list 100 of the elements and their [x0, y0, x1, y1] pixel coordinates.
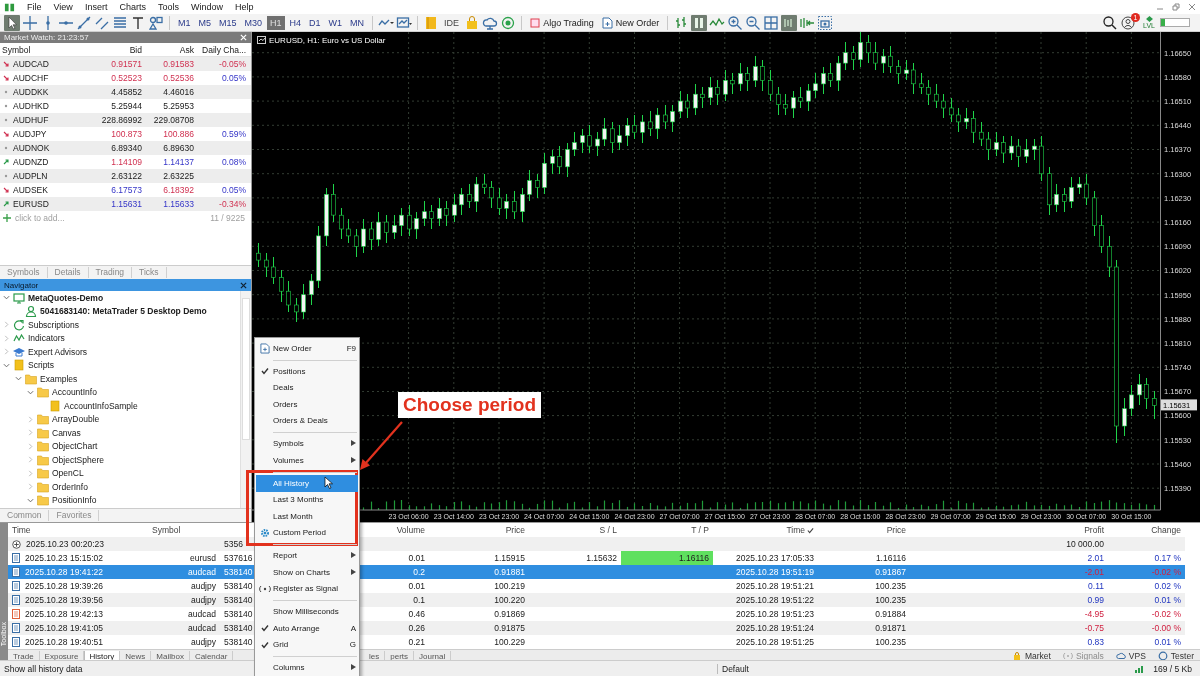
table-row[interactable]: 0.01 100.219 2025.10.28 19:51:21 100.235 0.11 0.02 % [360, 579, 1185, 593]
table-row[interactable]: 2025.10.28 19:40:51 audjpy 538140 [8, 635, 254, 649]
chevron-down-icon[interactable] [27, 496, 34, 504]
menu-item[interactable]: Insert [84, 2, 108, 12]
chevron-down-icon[interactable] [3, 294, 10, 302]
tree-item[interactable]: ObjectChart [52, 441, 98, 452]
menu-item[interactable]: Volumes [256, 452, 358, 469]
menu-item[interactable]: Report [256, 547, 358, 564]
panel-tab[interactable]: Market [1005, 651, 1057, 661]
menu-item[interactable]: File [27, 2, 42, 12]
algo-trading-button[interactable]: Algo Trading [527, 16, 597, 29]
menu-item[interactable]: Tools [157, 2, 179, 12]
table-row[interactable]: 0.01 1.15915 1.15632 1.16116 2025.10.23 17:05:33 1.16116 2.01 0.17 % [360, 551, 1185, 565]
table-row[interactable]: 0.21 100.229 2025.10.28 19:51:25 100.235 0.83 0.01 % [360, 635, 1185, 649]
table-row[interactable]: 2025.10.28 19:39:26 audjpy 538140 [8, 579, 254, 593]
menu-item[interactable]: Columns [256, 659, 358, 676]
symbol-name[interactable]: AUDHUF [13, 115, 49, 125]
symbol-name[interactable]: AUDNZD [13, 157, 49, 167]
timeframe-button[interactable]: M15 [216, 15, 240, 30]
menu-item[interactable]: Last 3 Months [256, 491, 358, 508]
column-header[interactable]: Daily Cha... [196, 44, 248, 55]
tree-item[interactable]: 5041683140: MetaTrader 5 Desktop Demo [40, 306, 207, 317]
menu-item[interactable]: Register as Signal [256, 580, 358, 597]
crosshair-icon[interactable] [22, 14, 38, 31]
grid-icon[interactable] [763, 14, 780, 31]
chevron-down-icon[interactable] [15, 375, 22, 383]
column-header[interactable]: Volume [360, 525, 429, 535]
tree-item[interactable]: ArrayDouble [52, 414, 100, 425]
menu-item[interactable]: Grid G [256, 636, 358, 653]
new-order-button[interactable]: New Order [598, 15, 663, 30]
column-header[interactable]: Change [1108, 525, 1185, 535]
menu-item[interactable]: Custom Period [256, 524, 358, 541]
timeframe-button[interactable]: M5 [195, 15, 215, 30]
signal-icon[interactable] [500, 14, 517, 31]
shapes-icon[interactable] [148, 14, 164, 31]
template-icon[interactable] [396, 14, 413, 31]
panel-tab[interactable]: VPS [1109, 651, 1152, 661]
fibonacci-icon[interactable] [112, 14, 128, 31]
timeframe-button[interactable]: D1 [306, 15, 324, 30]
plus-icon[interactable] [3, 214, 11, 222]
menu-item[interactable]: Charts [119, 2, 146, 12]
symbol-name[interactable]: AUDHKD [13, 101, 49, 111]
close-icon[interactable] [1188, 3, 1196, 11]
symbol-name[interactable]: AUDSEK [13, 185, 48, 195]
column-header[interactable]: Price [429, 525, 529, 535]
menu-item[interactable]: Last Month [256, 508, 358, 525]
column-header[interactable]: Bid [92, 44, 144, 55]
symbol-name[interactable]: AUDJPY [13, 129, 47, 139]
table-row[interactable]: 2025.10.23 00:20:23 5356 [8, 537, 254, 551]
column-header[interactable]: Profit [1030, 525, 1108, 535]
tree-item[interactable]: Examples [40, 373, 78, 384]
symbol-name[interactable]: AUDPLN [13, 171, 48, 181]
tree-item[interactable]: Subscriptions [28, 319, 80, 330]
menu-item[interactable]: Window [190, 2, 223, 12]
timeframe-button[interactable]: M30 [241, 15, 266, 30]
column-header[interactable]: Ask [144, 44, 196, 55]
column-header[interactable]: Time [8, 525, 148, 535]
symbol-name[interactable]: AUDNOK [13, 143, 50, 153]
pause-icon[interactable] [691, 14, 708, 31]
timeframe-button[interactable]: H1 [267, 15, 285, 30]
menu-item[interactable]: View [53, 2, 73, 12]
table-row[interactable]: 10 000.00 [360, 537, 1185, 551]
chevron-down-icon[interactable] [3, 361, 10, 369]
symbol-name[interactable]: AUDCHF [13, 73, 49, 83]
symbol-name[interactable]: AUDDKK [13, 87, 49, 97]
menu-item[interactable]: Positions [256, 363, 358, 380]
menu-item[interactable]: Help [234, 2, 254, 12]
column-header[interactable]: Price [818, 525, 910, 535]
table-row[interactable]: 0.26 0.91875 2025.10.28 19:51:24 0.91871 -0.75 -0.00 % [360, 621, 1185, 635]
chevron-down-icon[interactable] [27, 388, 34, 396]
tree-item[interactable]: ObjectSphere [52, 454, 104, 465]
tree-item[interactable]: AccountInfo [52, 387, 97, 398]
symbol-name[interactable]: EURUSD [13, 199, 49, 209]
table-row[interactable]: 2025.10.28 19:41:05 audcad 538140 [8, 621, 254, 635]
zoom-out-icon[interactable] [745, 14, 762, 31]
ide-button[interactable]: IDE [441, 17, 463, 28]
close-icon[interactable] [240, 281, 247, 289]
timeframe-button[interactable]: H4 [286, 15, 305, 30]
auto-scroll-icon[interactable] [781, 14, 798, 31]
timeframe-button[interactable]: W1 [325, 15, 346, 30]
timeframe-button[interactable]: M1 [175, 15, 194, 30]
menu-item[interactable]: Auto Arrange A [256, 620, 358, 637]
restore-icon[interactable] [1172, 3, 1180, 11]
menu-item[interactable]: Orders & Deals [256, 412, 358, 429]
scrollbar[interactable] [240, 291, 251, 508]
user-icon[interactable] [1120, 14, 1137, 31]
menu-item[interactable]: Symbols [256, 435, 358, 452]
column-header[interactable]: S / L [529, 525, 621, 535]
tree-item[interactable]: OpenCL [52, 468, 84, 479]
column-header[interactable]: Symbol [148, 525, 220, 535]
table-row[interactable]: 2025.10.28 19:39:56 audjpy 538140 [8, 593, 254, 607]
menu-item[interactable]: Orders [256, 396, 358, 413]
table-row[interactable]: 2025.10.28 19:42:13 audcad 538140 [8, 607, 254, 621]
menu-item[interactable]: Deals [256, 379, 358, 396]
column-header[interactable]: Time [713, 525, 818, 535]
tree-item[interactable]: Scripts [28, 360, 54, 371]
tree-item[interactable]: MetaQuotes-Demo [28, 292, 104, 303]
text-tool-icon[interactable] [130, 14, 146, 31]
column-header[interactable]: T / P [621, 525, 713, 535]
tree-item[interactable]: Canvas [52, 427, 81, 438]
